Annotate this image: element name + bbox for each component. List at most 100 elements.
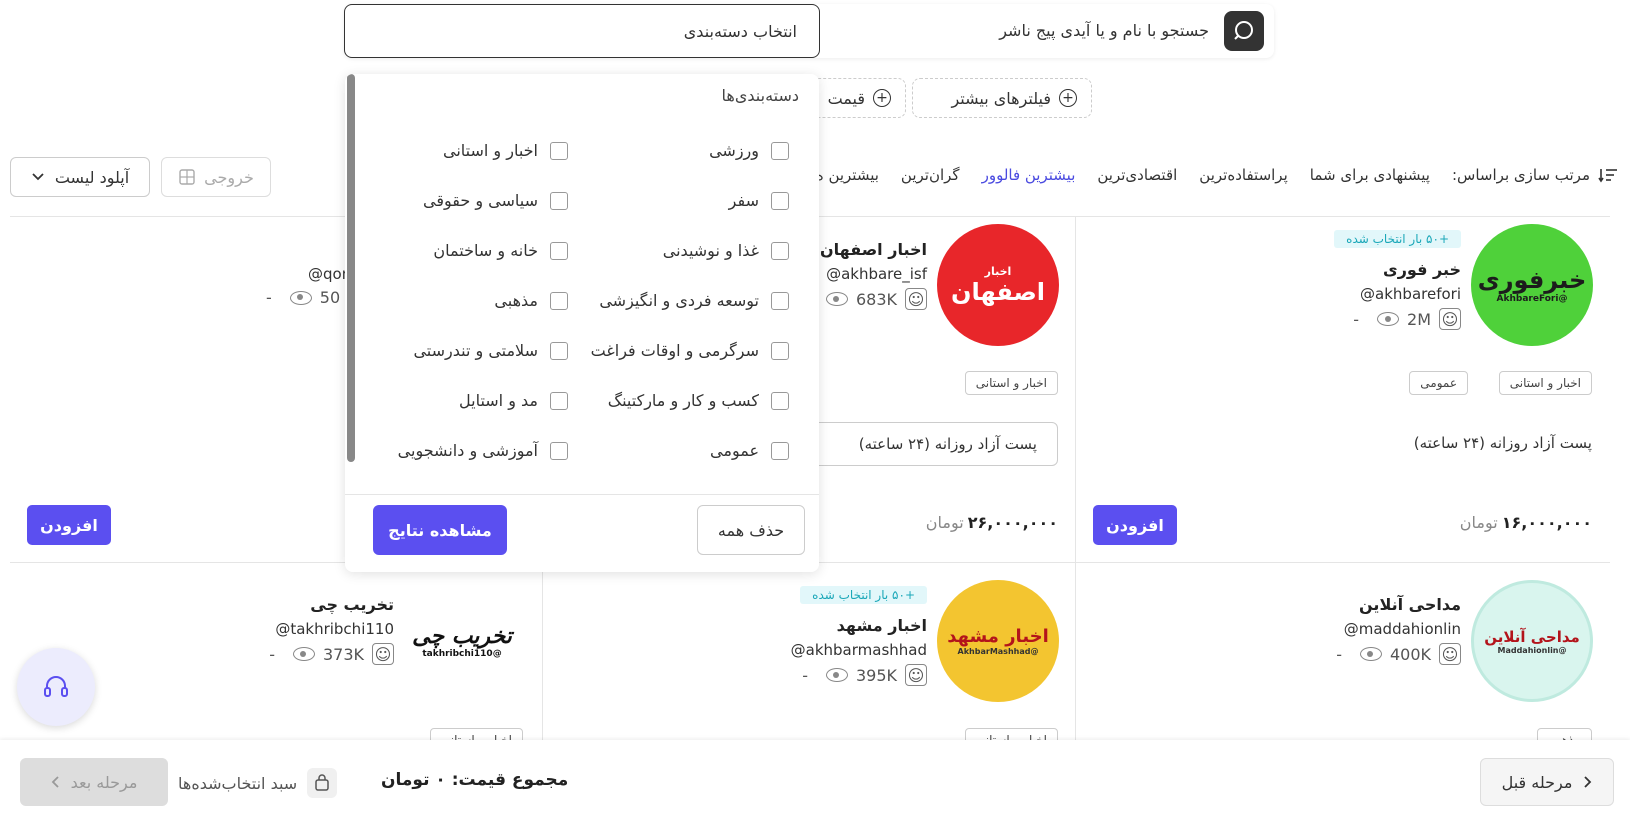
- sort-option-suggested[interactable]: پیشنهادی برای شما: [1310, 166, 1430, 184]
- headset-icon: [44, 676, 68, 697]
- eye-icon: [825, 292, 848, 306]
- category-checkbox[interactable]: سفر: [729, 191, 789, 210]
- sort-bar: مرتب سازی براساس: پیشنهادی برای شما پراس…: [816, 166, 1618, 184]
- avatar: اخبار مشهد @AkhbarMashhad: [937, 580, 1059, 702]
- checkbox[interactable]: [771, 441, 789, 460]
- upload-list-button[interactable]: آپلود لیست: [10, 157, 150, 197]
- checkbox[interactable]: [550, 441, 568, 460]
- previous-step-label: مرحله قبل: [1501, 772, 1573, 792]
- channel-stats: - 50: [266, 288, 341, 307]
- price-filter-label: قیمت: [827, 88, 865, 108]
- sort-option-most-views[interactable]: بیشترین ه: [816, 166, 879, 184]
- checkbox[interactable]: [550, 391, 568, 410]
- channel-handle: @akhbarmashhad: [790, 641, 927, 659]
- channel-handle: @akhbare_isf: [826, 265, 927, 283]
- show-results-button[interactable]: مشاهده نتایج: [373, 505, 507, 555]
- next-step-button[interactable]: مرحله بعد: [20, 758, 168, 806]
- user-icon: ☺: [905, 664, 927, 686]
- category-checkbox[interactable]: اخبار و استانی: [443, 141, 568, 160]
- basket-link[interactable]: سبد انتخاب‌شده‌ها: [178, 768, 338, 798]
- price: ۲۶,۰۰۰,۰۰۰تومان: [925, 513, 1058, 532]
- export-icon: [179, 169, 195, 185]
- plus-icon: +: [1059, 89, 1077, 107]
- channel-name[interactable]: اخبار مشهد: [837, 616, 927, 635]
- grid-divider: [542, 562, 543, 742]
- user-icon: ☺: [905, 288, 927, 310]
- category-checkbox[interactable]: آموزشی و دانشجویی: [398, 441, 568, 460]
- user-icon: ☺: [1439, 308, 1461, 330]
- search-input[interactable]: جستجو با نام و یا آیدی پیج ناشر: [999, 4, 1209, 58]
- sort-icon: [1598, 169, 1617, 183]
- checkbox[interactable]: [771, 291, 789, 310]
- support-button[interactable]: [17, 648, 95, 726]
- previous-step-button[interactable]: مرحله قبل: [1480, 758, 1614, 806]
- checkbox[interactable]: [550, 241, 568, 260]
- category-checkbox[interactable]: سرگرمی و اوقات فراغت: [591, 341, 789, 360]
- channel-handle: @akhbarefori: [1360, 285, 1461, 303]
- post-type: پست آزاد روزانه (۲۴ ساعته): [858, 435, 1037, 453]
- add-button[interactable]: افزودن: [1093, 505, 1177, 545]
- post-type[interactable]: پست آزاد روزانه (۲۴ ساعته): [1414, 434, 1592, 452]
- checkbox[interactable]: [550, 341, 568, 360]
- category-checkbox[interactable]: مذهبی: [494, 291, 568, 310]
- channel-stats: - 373K ☺: [269, 643, 394, 665]
- eye-icon: [292, 647, 315, 661]
- category-checkbox[interactable]: کسب و کار و مارکتینگ: [608, 391, 789, 410]
- category-tag: عمومی: [1409, 371, 1468, 395]
- channel-name[interactable]: اخبار اصفهان: [820, 240, 927, 259]
- basket-icon: [307, 768, 338, 798]
- post-type-select[interactable]: پست آزاد روزانه (۲۴ ساعته): [800, 422, 1058, 466]
- checkbox[interactable]: [771, 141, 789, 160]
- checkbox[interactable]: [771, 191, 789, 210]
- checkbox[interactable]: [550, 291, 568, 310]
- clear-all-button[interactable]: حذف همه: [697, 505, 805, 555]
- eye-icon: [1377, 312, 1400, 326]
- category-checkbox[interactable]: مد و استایل: [459, 391, 568, 410]
- add-button[interactable]: افزودن: [27, 505, 111, 545]
- upload-list-label: آپلود لیست: [54, 167, 130, 187]
- category-checkbox[interactable]: غذا و نوشیدنی: [663, 241, 789, 260]
- checkbox[interactable]: [771, 341, 789, 360]
- chevron-down-icon: [32, 173, 44, 181]
- user-icon: ☺: [372, 643, 394, 665]
- checkbox[interactable]: [550, 191, 568, 210]
- category-checkbox[interactable]: عمومی: [710, 441, 789, 460]
- category-checkbox[interactable]: خانه و ساختمان: [433, 241, 568, 260]
- eye-icon: [825, 668, 848, 682]
- sort-option-cheapest[interactable]: اقتصادی‌ترین: [1097, 166, 1177, 184]
- category-checkbox[interactable]: سیاسی و حقوقی: [423, 191, 568, 210]
- avatar: خبرفوری @AkhbareFori: [1471, 224, 1593, 346]
- category-tag: اخبار و استانی: [1498, 371, 1592, 395]
- category-checkbox[interactable]: سلامتی و تندرستی: [413, 341, 568, 360]
- sort-option-most-followers[interactable]: بیشترین فالوور: [982, 166, 1076, 184]
- channel-name[interactable]: تخریب چی: [310, 595, 394, 614]
- search-button[interactable]: [1224, 11, 1264, 51]
- category-checkbox[interactable]: توسعه فردی و انگیزشی: [599, 291, 789, 310]
- bottom-bar: مرحله قبل مجموع قیمت: ۰ تومان سبد انتخاب…: [0, 740, 1630, 813]
- more-filters-button[interactable]: + فیلترهای بیشتر: [912, 78, 1092, 118]
- checkbox[interactable]: [771, 391, 789, 410]
- channel-name[interactable]: خبر فوری: [1383, 260, 1461, 279]
- avatar: تخریب چی @takhribchi110: [401, 580, 523, 702]
- category-dropdown: دسته‌بندی‌ها ورزشی سفر غذا و نوشیدنی توس…: [345, 74, 819, 572]
- search-icon: [1234, 21, 1253, 40]
- checkbox[interactable]: [771, 241, 789, 260]
- export-button[interactable]: خروجی: [161, 157, 271, 197]
- channel-handle: @maddahionlin: [1343, 620, 1461, 638]
- eye-icon: [1359, 647, 1382, 661]
- category-checkbox[interactable]: ورزشی: [709, 141, 789, 160]
- channel-name[interactable]: مداحی آنلاین: [1359, 595, 1461, 614]
- user-icon: ☺: [1439, 643, 1461, 665]
- scrollbar[interactable]: [347, 74, 355, 462]
- sort-option-most-used[interactable]: پراستفاده‌ترین: [1199, 166, 1287, 184]
- grid-divider: [1075, 216, 1076, 741]
- channel-stats: - 2M ☺: [1353, 308, 1461, 330]
- sort-option-most-expensive[interactable]: گران‌ترین: [901, 166, 960, 184]
- checkbox[interactable]: [550, 141, 568, 160]
- channel-stats: - 683K ☺: [825, 288, 927, 310]
- channel-stats: - 400K ☺: [1336, 643, 1461, 665]
- plus-icon: +: [873, 89, 891, 107]
- search-bar: انتخاب دسته‌بندی جستجو با نام و یا آیدی …: [344, 4, 1274, 58]
- category-select[interactable]: انتخاب دسته‌بندی: [344, 4, 820, 58]
- selection-badge: +۵۰ بار انتخاب شده: [800, 586, 927, 604]
